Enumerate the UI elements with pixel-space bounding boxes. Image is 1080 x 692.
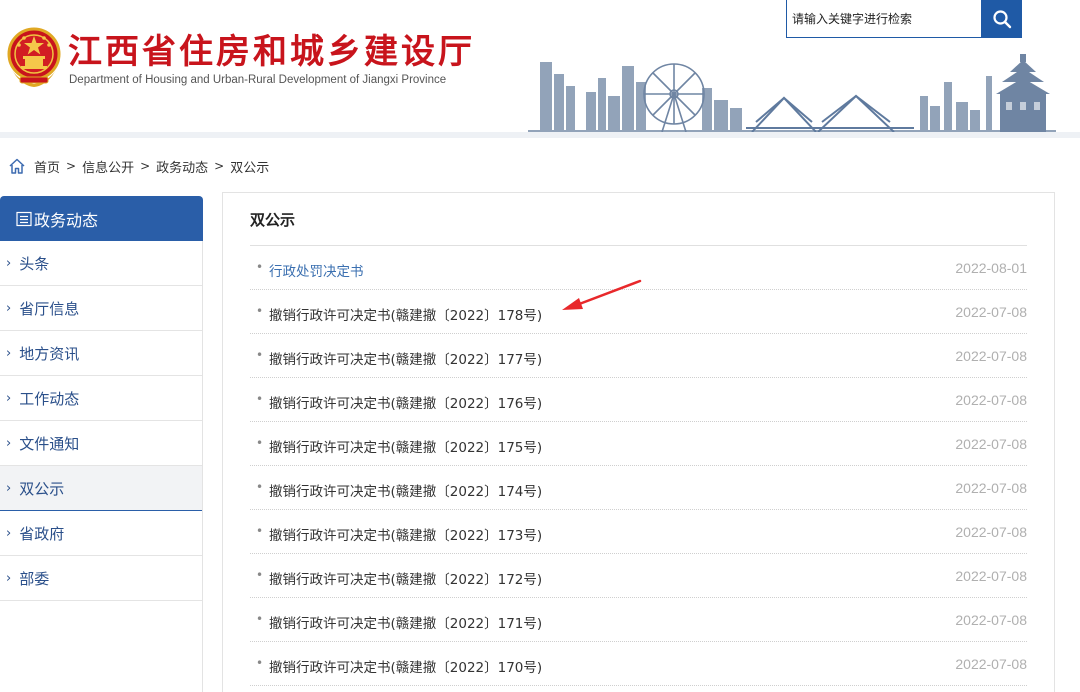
header-divider [0,132,1080,138]
chevron-right-icon: › [6,255,12,271]
sidebar: 政务动态 › 头条 › 省厅信息 › 地方资讯 › 工作动态 › 文件通知 › 双公示 › 省… [0,196,203,692]
list-item: • 行政处罚决定书 2022-08-01 [250,246,1027,290]
bullet-icon: • [256,260,264,274]
content-panel: 双公示 • 行政处罚决定书 2022-08-01 • 撤销行政许可决定书(赣建撤〔20… [222,192,1055,692]
home-icon[interactable] [8,157,26,175]
article-date: 2022-07-08 [955,524,1027,540]
article-link[interactable]: 行政处罚决定书 [269,260,364,280]
sidebar-item-label: 双公示 [19,479,65,498]
article-date: 2022-07-08 [955,348,1027,364]
bullet-icon: • [256,656,264,670]
article-link[interactable]: 撤销行政许可决定书(赣建撤〔2022〕170号) [269,656,542,676]
bullet-icon: • [256,392,264,406]
national-emblem-icon [7,27,61,87]
site-subtitle: Department of Housing and Urban-Rural De… [69,74,447,86]
breadcrumb-home[interactable]: 首页 [34,157,60,176]
list-item: • 撤销行政许可决定书(赣建撤〔2022〕178号) 2022-07-08 [250,290,1027,334]
city-skyline-icon [528,54,1056,134]
sidebar-item-department-info[interactable]: › 省厅信息 [0,286,202,331]
article-date: 2022-08-01 [955,260,1027,276]
sidebar-item-headlines[interactable]: › 头条 [0,241,202,286]
breadcrumb-separator: > [66,159,77,173]
article-link[interactable]: 撤销行政许可决定书(赣建撤〔2022〕175号) [269,436,542,456]
chevron-right-icon: › [6,300,12,316]
sidebar-item-ministries[interactable]: › 部委 [0,556,202,601]
chevron-right-icon: › [6,390,12,406]
chevron-right-icon: › [6,525,12,541]
sidebar-item-label: 工作动态 [19,389,80,408]
article-date: 2022-07-08 [955,656,1027,672]
list-item: • 撤销行政许可决定书(赣建撤〔2022〕174号) 2022-07-08 [250,466,1027,510]
list-item: • 撤销行政许可决定书(赣建撤〔2022〕173号) 2022-07-08 [250,510,1027,554]
article-link[interactable]: 撤销行政许可决定书(赣建撤〔2022〕171号) [269,612,542,632]
list-item: • 撤销行政许可决定书(赣建撤〔2022〕171号) 2022-07-08 [250,598,1027,642]
breadcrumb: 首页 > 信息公开 > 政务动态 > 双公示 [8,156,269,176]
article-link[interactable]: 撤销行政许可决定书(赣建撤〔2022〕177号) [269,348,542,368]
article-date: 2022-07-08 [955,436,1027,452]
sidebar-item-label: 省政府 [19,524,65,543]
article-link[interactable]: 撤销行政许可决定书(赣建撤〔2022〕178号) [269,304,542,324]
article-date: 2022-07-08 [955,480,1027,496]
breadcrumb-info-disclosure[interactable]: 信息公开 [82,157,134,176]
search-input[interactable] [792,8,978,30]
article-date: 2022-07-08 [955,568,1027,584]
sidebar-item-provincial-government[interactable]: › 省政府 [0,511,202,556]
bullet-icon: • [256,348,264,362]
article-link[interactable]: 撤销行政许可决定书(赣建撤〔2022〕173号) [269,524,542,544]
sidebar-item-label: 地方资讯 [19,344,80,363]
chevron-right-icon: › [6,345,12,361]
list-item: • 撤销行政许可决定书(赣建撤〔2022〕175号) 2022-07-08 [250,422,1027,466]
article-date: 2022-07-08 [955,612,1027,628]
sidebar-item-label: 头条 [19,254,50,273]
search-icon [993,10,1012,29]
breadcrumb-government-news[interactable]: 政务动态 [156,157,208,176]
breadcrumb-separator: > [214,159,225,173]
search-button[interactable] [982,0,1022,38]
article-link[interactable]: 撤销行政许可决定书(赣建撤〔2022〕174号) [269,480,542,500]
bullet-icon: • [256,524,264,538]
list-item: • 撤销行政许可决定书(赣建撤〔2022〕172号) 2022-07-08 [250,554,1027,598]
bullet-icon: • [256,480,264,494]
sidebar-item-label: 省厅信息 [19,299,80,318]
list-icon [16,211,32,226]
site-title: 江西省住房和城乡建设厅 [68,32,475,72]
sidebar-item-label: 文件通知 [19,434,80,453]
list-item: • 撤销行政许可决定书(赣建撤〔2022〕170号) 2022-07-08 [250,642,1027,686]
article-link[interactable]: 撤销行政许可决定书(赣建撤〔2022〕176号) [269,392,542,412]
article-list: • 行政处罚决定书 2022-08-01 • 撤销行政许可决定书(赣建撤〔2022〕1… [250,246,1027,686]
bullet-icon: • [256,304,264,318]
sidebar-item-double-publicity[interactable]: › 双公示 [0,466,202,511]
article-date: 2022-07-08 [955,392,1027,408]
sidebar-list: › 头条 › 省厅信息 › 地方资讯 › 工作动态 › 文件通知 › 双公示 › 省政府 › 部… [0,241,203,692]
page-title: 双公示 [250,211,296,229]
search-box [786,0,982,38]
sidebar-item-label: 部委 [19,569,50,588]
sidebar-item-work-updates[interactable]: › 工作动态 [0,376,202,421]
sidebar-header: 政务动态 [0,196,203,241]
site-header: 江西省住房和城乡建设厅 Department of Housing and Ur… [0,0,1080,134]
chevron-right-icon: › [6,435,12,451]
bullet-icon: • [256,568,264,582]
article-date: 2022-07-08 [955,304,1027,320]
sidebar-item-notices[interactable]: › 文件通知 [0,421,202,466]
bullet-icon: • [256,612,264,626]
breadcrumb-separator: > [140,159,151,173]
list-item: • 撤销行政许可决定书(赣建撤〔2022〕176号) 2022-07-08 [250,378,1027,422]
chevron-right-icon: › [6,480,12,496]
chevron-right-icon: › [6,570,12,586]
sidebar-header-label: 政务动态 [34,210,99,230]
breadcrumb-double-publicity[interactable]: 双公示 [230,157,269,176]
sidebar-item-local-news[interactable]: › 地方资讯 [0,331,202,376]
list-item: • 撤销行政许可决定书(赣建撤〔2022〕177号) 2022-07-08 [250,334,1027,378]
article-link[interactable]: 撤销行政许可决定书(赣建撤〔2022〕172号) [269,568,542,588]
bullet-icon: • [256,436,264,450]
